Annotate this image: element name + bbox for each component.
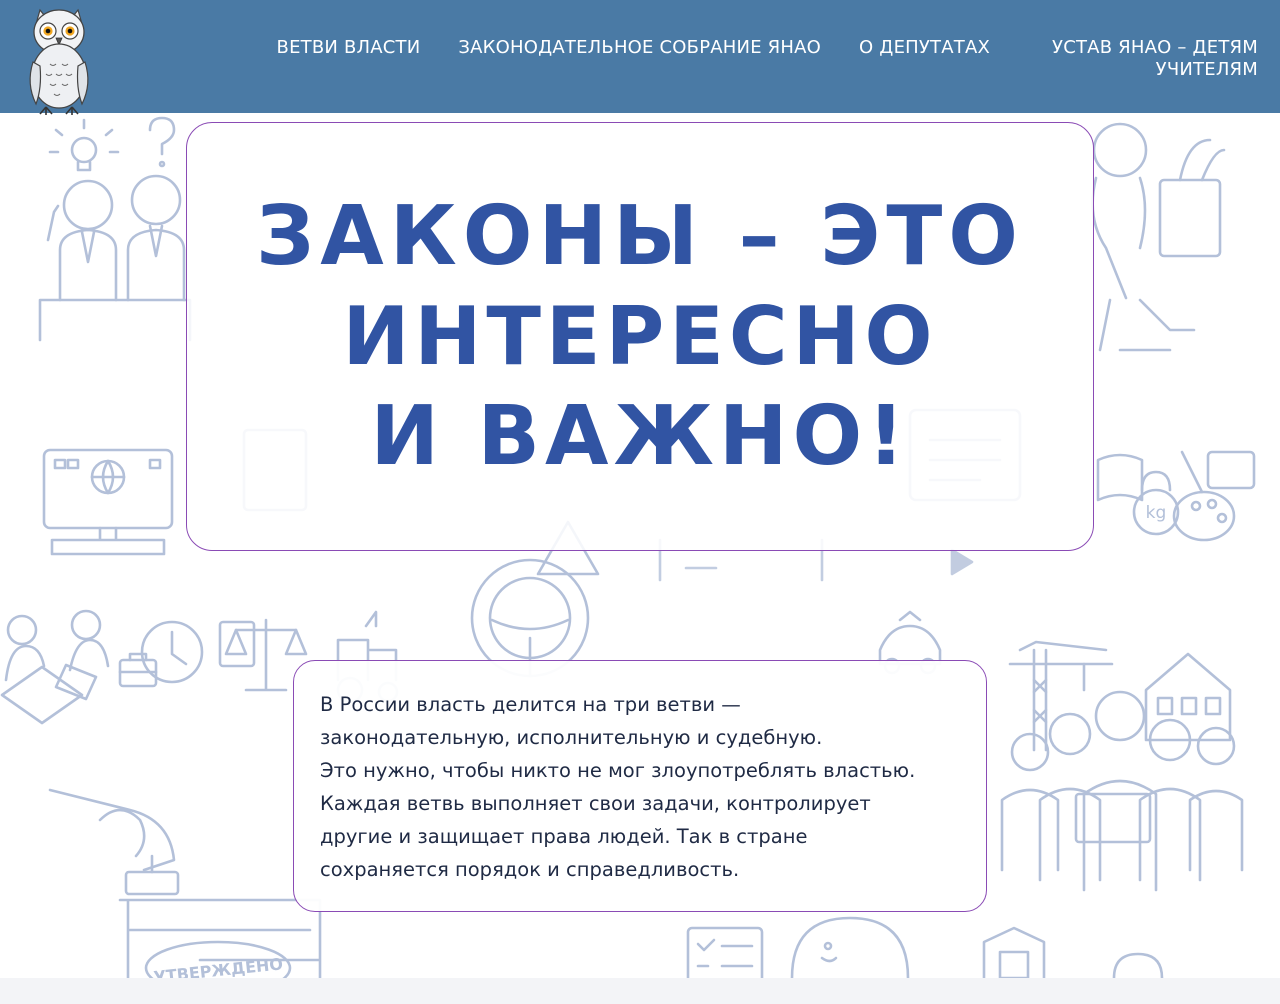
kettlebell-label: kg	[1146, 503, 1167, 523]
students-illustration	[0, 609, 110, 725]
info-text-line: Каждая ветвь выполняет свои задачи, конт…	[320, 792, 871, 815]
stamp-hand-illustration	[48, 788, 322, 978]
lightbulb-icon	[48, 118, 120, 172]
question-mark-icon	[148, 116, 176, 168]
nav-branches-of-power[interactable]: ВЕТВИ ВЛАСТИ	[277, 37, 421, 59]
hero-title: ЗАКОНЫ – ЭТО ИНТЕРЕСНО И ВАЖНО!	[256, 187, 1024, 487]
site-header: ВЕТВИ ВЛАСТИ ЗАКОНОДАТЕЛЬНОЕ СОБРАНИЕ ЯН…	[0, 0, 1280, 116]
crowd-illustration	[1000, 690, 1244, 892]
computer-globe-icon	[42, 448, 174, 556]
checklist-icon	[686, 926, 764, 978]
hero-title-line-3: И ВАЖНО!	[370, 388, 910, 484]
boy-shopping-illustration	[1091, 122, 1226, 352]
child-face-illustration	[790, 916, 910, 978]
briefcase-icon	[118, 652, 158, 688]
nav-charter-for-kids-teachers[interactable]: УСТАВ ЯНАО – ДЕТЯМ УЧИТЕЛЯМ	[1028, 37, 1258, 81]
bottom-strip	[0, 978, 1280, 1004]
owl-mascot-icon[interactable]	[22, 4, 96, 116]
steering-wheel-icon	[470, 558, 590, 678]
person-head-icon	[1112, 952, 1164, 978]
info-text-line: Это нужно, чтобы никто не мог злоупотреб…	[320, 759, 916, 782]
nav-about-deputies[interactable]: О ДЕПУТАТАХ	[859, 37, 990, 59]
hero-card: ЗАКОНЫ – ЭТО ИНТЕРЕСНО И ВАЖНО!	[186, 122, 1094, 551]
palette-icon	[1172, 450, 1236, 542]
kettlebell-icon: kg	[1132, 470, 1180, 536]
building-icon	[982, 926, 1046, 978]
nav-legislative-assembly[interactable]: ЗАКОНОДАТЕЛЬНОЕ СОБРАНИЕ ЯНАО	[458, 37, 821, 59]
book-icon	[1096, 453, 1144, 502]
info-text-line: законодательную, исполнительную и судебн…	[320, 726, 823, 749]
info-card: В России власть делится на три ветви — з…	[293, 660, 987, 912]
info-text-line: другие и защищает права людей. Так в стр…	[320, 825, 808, 848]
info-text-line: сохраняется порядок и справедливость.	[320, 858, 740, 881]
approved-stamp-text: УТВЕРЖДЕНО	[153, 954, 284, 978]
small-monitor-icon	[1206, 450, 1256, 490]
info-text-line: В России власть делится на три ветви —	[320, 693, 741, 716]
officials-illustration	[38, 174, 192, 342]
approved-stamp: УТВЕРЖДЕНО	[144, 940, 292, 978]
hero-title-line-1: ЗАКОНЫ – ЭТО	[256, 188, 1024, 284]
main-nav: ВЕТВИ ВЛАСТИ ЗАКОНОДАТЕЛЬНОЕ СОБРАНИЕ ЯН…	[277, 37, 1258, 81]
hero-title-line-2: ИНТЕРЕСНО	[342, 289, 938, 383]
